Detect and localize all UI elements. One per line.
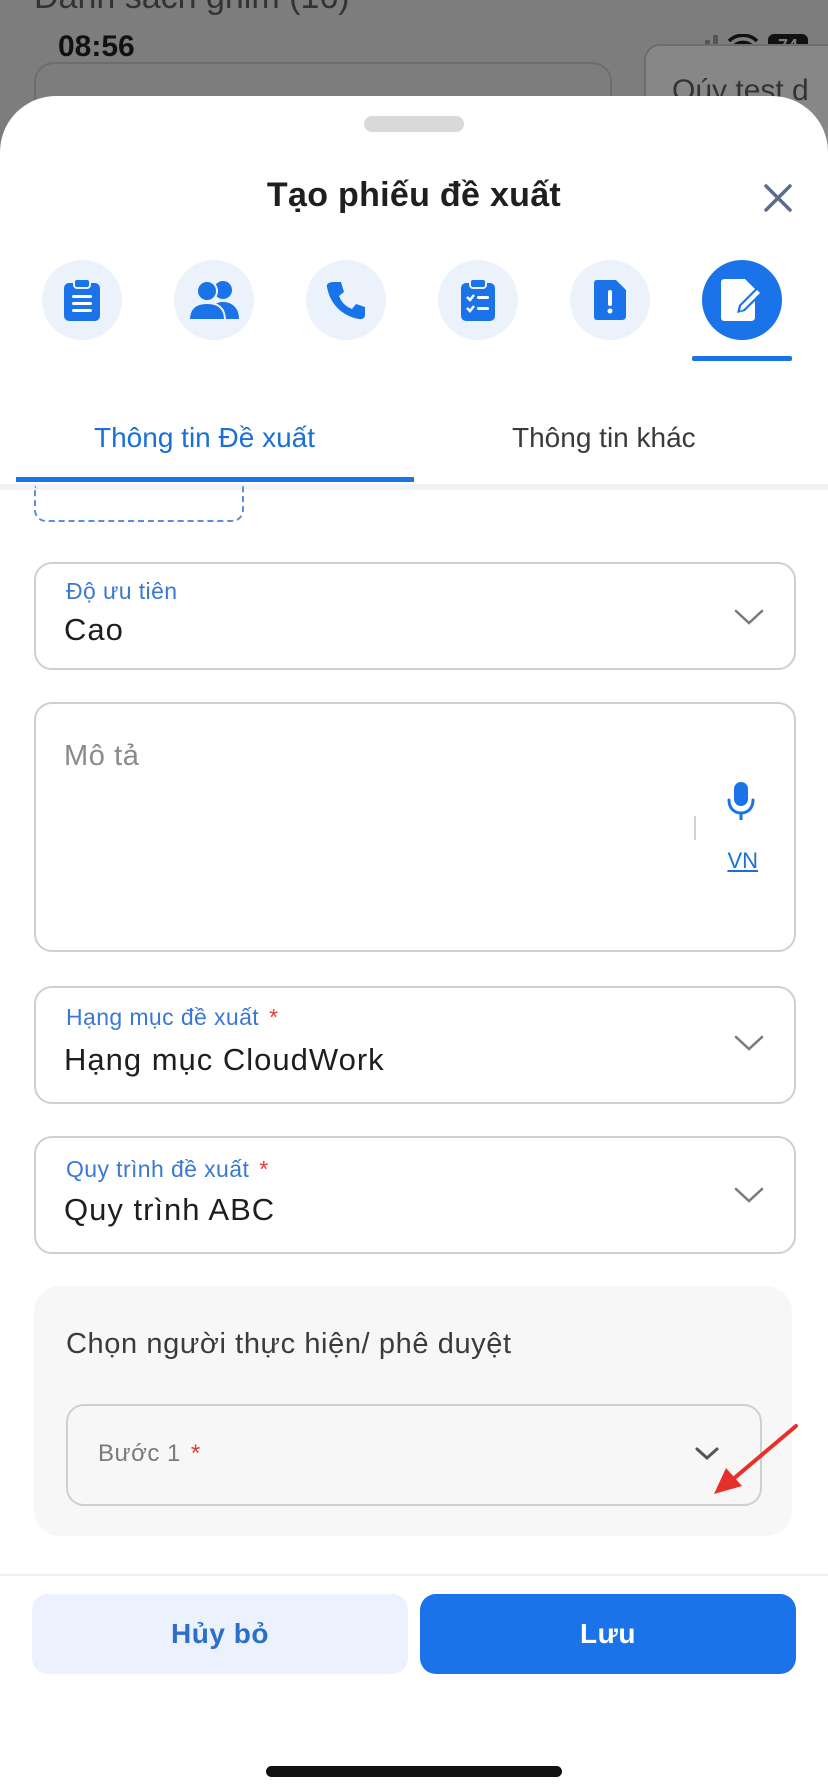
alert-document-icon[interactable] [570, 260, 650, 340]
required-mark: * [190, 1440, 201, 1467]
required-mark: * [259, 1156, 269, 1182]
edit-document-icon[interactable] [702, 260, 782, 340]
tab-bar: Thông tin Đề xuất Thông tin khác [0, 396, 828, 490]
tab-other-info[interactable]: Thông tin khác [512, 422, 696, 454]
cancel-button[interactable]: Hủy bỏ [32, 1594, 408, 1674]
tab-proposal-info[interactable]: Thông tin Đề xuất [94, 422, 315, 454]
approval-title: Chọn người thực hiện/ phê duyệt [66, 1328, 512, 1360]
sheet-title: Tạo phiếu đề xuất [266, 176, 562, 214]
description-textarea[interactable]: Mô tả VN [34, 702, 796, 952]
users-icon[interactable] [174, 260, 254, 340]
category-select[interactable]: Hạng mục đề xuất * Hạng mục CloudWork [34, 986, 796, 1104]
required-mark: * [269, 1004, 279, 1030]
create-proposal-sheet: Tạo phiếu đề xuất Thông tin Đề xuất Thôn… [0, 96, 828, 1792]
save-button[interactable]: Lưu [420, 1594, 796, 1674]
close-icon[interactable] [758, 178, 798, 218]
process-label: Quy trình đề xuất * [66, 1156, 269, 1182]
step-1-label: Bước 1 * [98, 1440, 201, 1467]
phone-icon[interactable] [306, 260, 386, 340]
sheet-drag-handle[interactable] [364, 116, 464, 132]
attachment-dropzone[interactable] [34, 486, 244, 522]
mic-separator [694, 816, 696, 840]
process-select[interactable]: Quy trình đề xuất * Quy trình ABC [34, 1136, 796, 1254]
home-indicator [266, 1766, 562, 1777]
chevron-down-icon [734, 609, 764, 625]
tab-active-indicator [16, 477, 414, 482]
checklist-icon[interactable] [438, 260, 518, 340]
process-value: Quy trình ABC [64, 1192, 276, 1227]
footer-divider [0, 1574, 828, 1576]
annotation-arrow-icon [714, 1424, 798, 1494]
priority-value: Cao [64, 612, 124, 647]
proposal-type-selector [42, 260, 802, 360]
chevron-down-icon [734, 1035, 764, 1051]
language-toggle[interactable]: VN [727, 848, 758, 874]
category-label: Hạng mục đề xuất * [66, 1004, 279, 1030]
background-title: Danh sách ghim (16) [34, 0, 350, 17]
priority-label: Độ ưu tiên [66, 578, 178, 604]
step-1-select[interactable]: Bước 1 * [66, 1404, 762, 1506]
priority-select[interactable]: Độ ưu tiên Cao [34, 562, 796, 670]
status-time: 08:56 [58, 30, 135, 63]
type-selected-indicator [692, 356, 792, 361]
approval-section: Chọn người thực hiện/ phê duyệt Bước 1 * [34, 1286, 792, 1536]
clipboard-icon[interactable] [42, 260, 122, 340]
chevron-down-icon [734, 1187, 764, 1203]
category-value: Hạng mục CloudWork [64, 1042, 385, 1077]
description-placeholder: Mô tả [64, 740, 140, 772]
microphone-icon[interactable] [726, 780, 756, 822]
